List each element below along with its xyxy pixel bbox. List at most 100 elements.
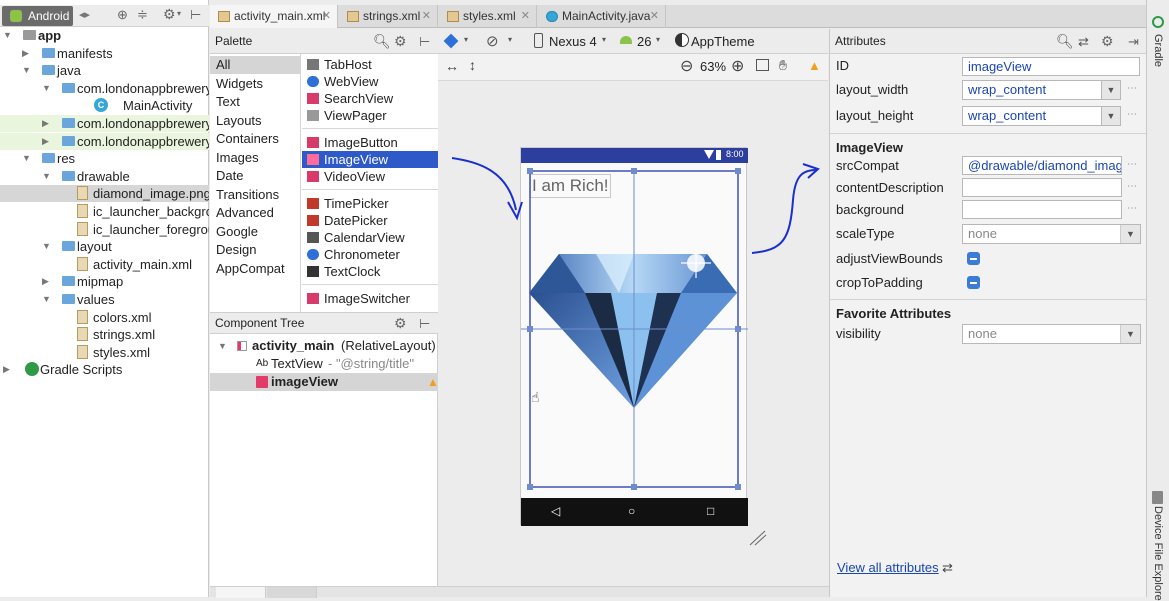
close-icon[interactable]: ✕ — [521, 5, 530, 28]
expand-arrow-icon[interactable]: ▶ — [42, 277, 51, 286]
palette-category-images[interactable]: Images — [210, 149, 301, 167]
palette-widget-timepicker[interactable]: TimePicker — [302, 195, 438, 212]
more-icon[interactable]: ⋯ — [1127, 203, 1137, 214]
tree-item-com-londonappbrewery[interactable]: ▼ com.londonappbrewery — [0, 80, 209, 97]
device-selector[interactable]: Nexus 4 — [549, 34, 597, 49]
device-file-explorer-tab[interactable]: Device File Explore — [1152, 506, 1164, 601]
dropdown-icon[interactable]: ▾ — [602, 35, 606, 44]
chevron-down-icon[interactable]: ▼ — [1101, 80, 1121, 100]
gear-icon[interactable]: ⚙ — [163, 6, 176, 23]
tab-styles[interactable]: styles.xml ✕ — [439, 5, 537, 28]
dropdown-icon[interactable]: ▾ — [464, 35, 468, 44]
palette-category-layouts[interactable]: Layouts — [210, 112, 301, 130]
tree-item-imageview[interactable]: imageView ▲ — [210, 373, 439, 391]
palette-widget-viewpager[interactable]: ViewPager — [302, 107, 438, 124]
pan-hand-icon[interactable]: ✋︎ — [779, 57, 787, 74]
gradle-tool-tab[interactable]: Gradle — [1152, 34, 1164, 67]
palette-widget-videoview[interactable]: VideoView — [302, 168, 438, 185]
palette-category-design[interactable]: Design — [210, 241, 301, 259]
expand-arrow-icon[interactable]: ▶ — [42, 136, 51, 146]
palette-widget-webview[interactable]: WebView — [302, 73, 438, 90]
palette-widget-chronometer[interactable]: Chronometer — [302, 246, 438, 263]
tree-item-gradle-scripts[interactable]: ▶ Gradle Scripts — [0, 361, 209, 378]
expand-arrow-icon[interactable]: ▼ — [22, 154, 31, 163]
background-field[interactable] — [962, 200, 1122, 219]
hide-panel-icon[interactable]: ⊢ — [419, 29, 430, 54]
expand-arrow-icon[interactable]: ▶ — [22, 48, 31, 58]
palette-widget-imageview[interactable]: ImageView — [302, 151, 438, 168]
tree-item-colors-xml[interactable]: colors.xml — [0, 309, 209, 326]
more-icon[interactable]: ⋯ — [1127, 159, 1137, 170]
tree-item-layout[interactable]: ▼ layout — [0, 238, 209, 255]
more-icon[interactable]: ⋯ — [1127, 83, 1137, 94]
tree-item-textview[interactable]: Ab TextView - "@string/title" — [210, 355, 438, 373]
android-view-selector[interactable]: Android — [2, 6, 73, 26]
palette-category-date[interactable]: Date — [210, 167, 301, 185]
expand-arrows-icon[interactable]: ◂▸ — [79, 8, 90, 21]
visibility-select[interactable]: none ▼ — [962, 324, 1141, 344]
tree-item-mipmap[interactable]: ▶ mipmap — [0, 273, 209, 290]
resize-handle-icon[interactable] — [749, 530, 767, 546]
target-icon[interactable]: ⊕ — [117, 7, 128, 23]
expand-arrow-icon[interactable]: ▼ — [218, 337, 227, 355]
recents-icon[interactable]: □ — [707, 504, 714, 518]
expand-arrow-icon[interactable]: ▼ — [42, 295, 51, 304]
palette-category-google[interactable]: Google — [210, 223, 301, 241]
palette-widget-imagebutton[interactable]: ImageButton — [302, 134, 438, 151]
expand-arrow-icon[interactable]: ▼ — [3, 31, 12, 40]
tree-item-java[interactable]: ▼ java — [0, 62, 209, 79]
palette-widget-searchview[interactable]: SearchView — [302, 90, 438, 107]
tree-item-activity-main[interactable]: ▼ activity_main (RelativeLayout) — [210, 337, 438, 355]
adjust-view-bounds-checkbox[interactable] — [967, 252, 980, 265]
layers-icon[interactable] — [443, 33, 459, 49]
palette-widget-datepicker[interactable]: DatePicker — [302, 212, 438, 229]
srccompat-field[interactable]: @drawable/diamond_imag — [962, 156, 1122, 175]
tree-item-diamond-image-png[interactable]: diamond_image.png — [0, 185, 209, 203]
scale-type-select[interactable]: none ▼ — [962, 224, 1141, 244]
close-icon[interactable]: ✕ — [650, 5, 659, 28]
palette-category-widgets[interactable]: Widgets — [210, 75, 301, 93]
pan-horizontal-icon[interactable]: ↔ — [445, 58, 459, 74]
tree-item-drawable[interactable]: ▼ drawable — [0, 168, 209, 185]
palette-widget-textclock[interactable]: TextClock — [302, 263, 438, 280]
close-icon[interactable]: ✕ — [322, 5, 331, 28]
text-tab[interactable] — [267, 587, 317, 598]
home-icon[interactable]: ○ — [628, 504, 635, 518]
expand-arrow-icon[interactable]: ▼ — [22, 66, 31, 75]
more-icon[interactable]: ⋯ — [1127, 181, 1137, 192]
api-selector[interactable]: 26 — [637, 34, 651, 49]
close-icon[interactable]: ✕ — [422, 5, 431, 28]
crop-to-padding-checkbox[interactable] — [967, 276, 980, 289]
id-field[interactable]: imageView — [962, 57, 1140, 76]
palette-category-all[interactable]: All — [210, 56, 301, 74]
tree-item-com-londonappbrewery[interactable]: ▶ com.londonappbrewery — [0, 132, 209, 150]
chevron-down-icon[interactable]: ▼ — [1120, 325, 1140, 343]
tree-item-mainactivity[interactable]: C MainActivity — [0, 97, 209, 114]
tree-item-manifests[interactable]: ▶ manifests — [0, 45, 209, 62]
zoom-fit-icon[interactable] — [756, 59, 769, 71]
hide-panel-icon[interactable]: ⊢ — [190, 7, 201, 23]
expand-arrow-icon[interactable]: ▼ — [42, 171, 51, 181]
content-description-field[interactable] — [962, 178, 1122, 197]
gear-icon[interactable]: ⚙ — [394, 29, 407, 54]
chevron-down-icon[interactable]: ▼ — [1120, 225, 1140, 243]
palette-widget-tabhost[interactable]: TabHost — [302, 56, 438, 73]
expand-arrow-icon[interactable]: ▼ — [42, 242, 51, 251]
tree-item-values[interactable]: ▼ values — [0, 291, 209, 308]
zoom-out-icon[interactable]: ⊖ — [680, 56, 693, 76]
tree-item-com-londonappbrewery[interactable]: ▶ com.londonappbrewery — [0, 115, 209, 132]
expand-arrow-icon[interactable]: ▶ — [3, 365, 12, 374]
expand-arrow-icon[interactable]: ▶ — [42, 119, 51, 128]
pan-vertical-icon[interactable]: ↕ — [469, 57, 476, 73]
design-tab[interactable] — [216, 587, 266, 598]
gear-icon[interactable]: ⚙ — [394, 313, 407, 334]
hide-panel-icon[interactable]: ⊢ — [419, 313, 430, 334]
swap-view-icon[interactable]: ⇄ — [942, 560, 953, 576]
tree-item-ic-launcher-foregrou[interactable]: ic_launcher_foregrou — [0, 221, 209, 238]
tree-item-activity-main-xml[interactable]: activity_main.xml — [0, 256, 209, 273]
search-icon[interactable]: 🔍︎ — [1056, 29, 1074, 54]
dropdown-icon[interactable]: ▾ — [656, 35, 660, 44]
back-icon[interactable]: ◁ — [551, 504, 560, 518]
tree-item-app[interactable]: ▼ app — [0, 27, 209, 44]
collapse-icon[interactable]: ≑ — [137, 7, 148, 23]
